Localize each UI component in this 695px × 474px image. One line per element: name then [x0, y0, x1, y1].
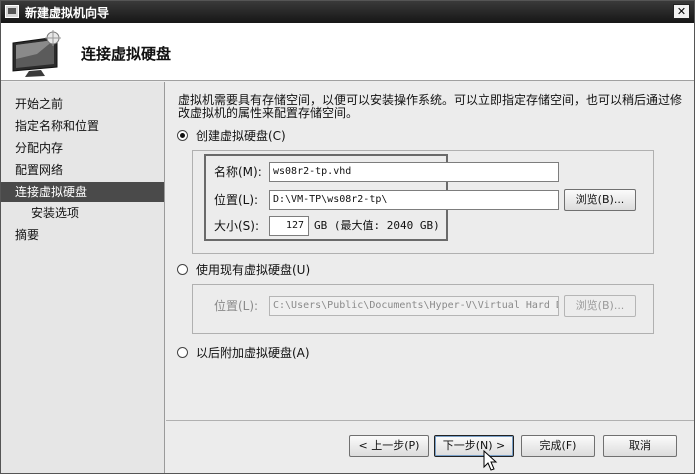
nav-item-virtual-disk[interactable]: 连接虚拟硬盘 — [1, 182, 164, 202]
mouse-pointer-icon — [483, 450, 498, 471]
name-label: 名称(M): — [214, 165, 262, 179]
app-icon — [5, 5, 19, 18]
wizard-header: 连接虚拟硬盘 — [1, 23, 694, 81]
existing-disk-option[interactable]: 使用现有虚拟硬盘(U) — [177, 262, 310, 278]
page-heading: 连接虚拟硬盘 — [81, 45, 172, 63]
existing-disk-label: 使用现有虚拟硬盘(U) — [196, 263, 311, 277]
wizard-nav: 开始之前 指定名称和位置 分配内存 配置网络 连接虚拟硬盘 安装选项 摘要 — [1, 82, 165, 473]
attach-later-radio[interactable] — [177, 347, 188, 358]
attach-later-label: 以后附加虚拟硬盘(A) — [196, 346, 310, 360]
footer-separator — [166, 420, 694, 421]
description-text: 虚拟机需要具有存储空间，以便可以安装操作系统。可以立即指定存储空间，也可以稍后通… — [178, 93, 683, 120]
create-disk-label: 创建虚拟硬盘(C) — [196, 129, 286, 143]
existing-disk-radio[interactable] — [177, 264, 188, 275]
location-field[interactable]: D:\VM-TP\ws08r2-tp\ — [269, 190, 559, 210]
monitor-icon — [12, 30, 61, 77]
wizard-window: 新建虚拟机向导 ✕ 连接虚拟硬盘 开始之前 指定名称和位置 分配内存 配置网络 … — [0, 0, 695, 474]
attach-later-option[interactable]: 以后附加虚拟硬盘(A) — [177, 345, 310, 361]
previous-button[interactable]: < 上一步(P) — [349, 435, 429, 457]
nav-item-networking[interactable]: 配置网络 — [1, 160, 164, 180]
location-label: 位置(L): — [214, 193, 259, 207]
create-disk-radio[interactable] — [177, 130, 188, 141]
nav-item-name-location[interactable]: 指定名称和位置 — [1, 116, 164, 136]
size-field[interactable]: 127 — [269, 216, 309, 236]
existing-browse-button[interactable]: 浏览(B)... — [564, 295, 636, 317]
size-label: 大小(S): — [214, 219, 260, 233]
nav-item-memory[interactable]: 分配内存 — [1, 138, 164, 158]
close-button[interactable]: ✕ — [673, 4, 690, 19]
next-button[interactable]: 下一步(N) > — [434, 435, 514, 457]
title-bar: 新建虚拟机向导 ✕ — [1, 1, 694, 23]
name-field[interactable]: ws08r2-tp.vhd — [269, 162, 559, 182]
finish-button[interactable]: 完成(F) — [521, 435, 595, 457]
size-unit-label: GB (最大值: 2040 GB) — [314, 219, 440, 232]
cancel-button[interactable]: 取消 — [603, 435, 677, 457]
nav-item-install-options[interactable]: 安装选项 — [1, 203, 164, 223]
content-panel: 虚拟机需要具有存储空间，以便可以安装操作系统。可以立即指定存储空间，也可以稍后通… — [166, 82, 694, 473]
existing-location-field[interactable]: C:\Users\Public\Documents\Hyper-V\Virtua… — [269, 296, 559, 316]
window-title: 新建虚拟机向导 — [25, 6, 110, 20]
browse-button[interactable]: 浏览(B)... — [564, 189, 636, 211]
nav-item-summary[interactable]: 摘要 — [1, 225, 164, 245]
existing-location-label: 位置(L): — [214, 299, 259, 313]
nav-item-before-you-begin[interactable]: 开始之前 — [1, 94, 164, 114]
create-disk-option[interactable]: 创建虚拟硬盘(C) — [177, 128, 286, 144]
